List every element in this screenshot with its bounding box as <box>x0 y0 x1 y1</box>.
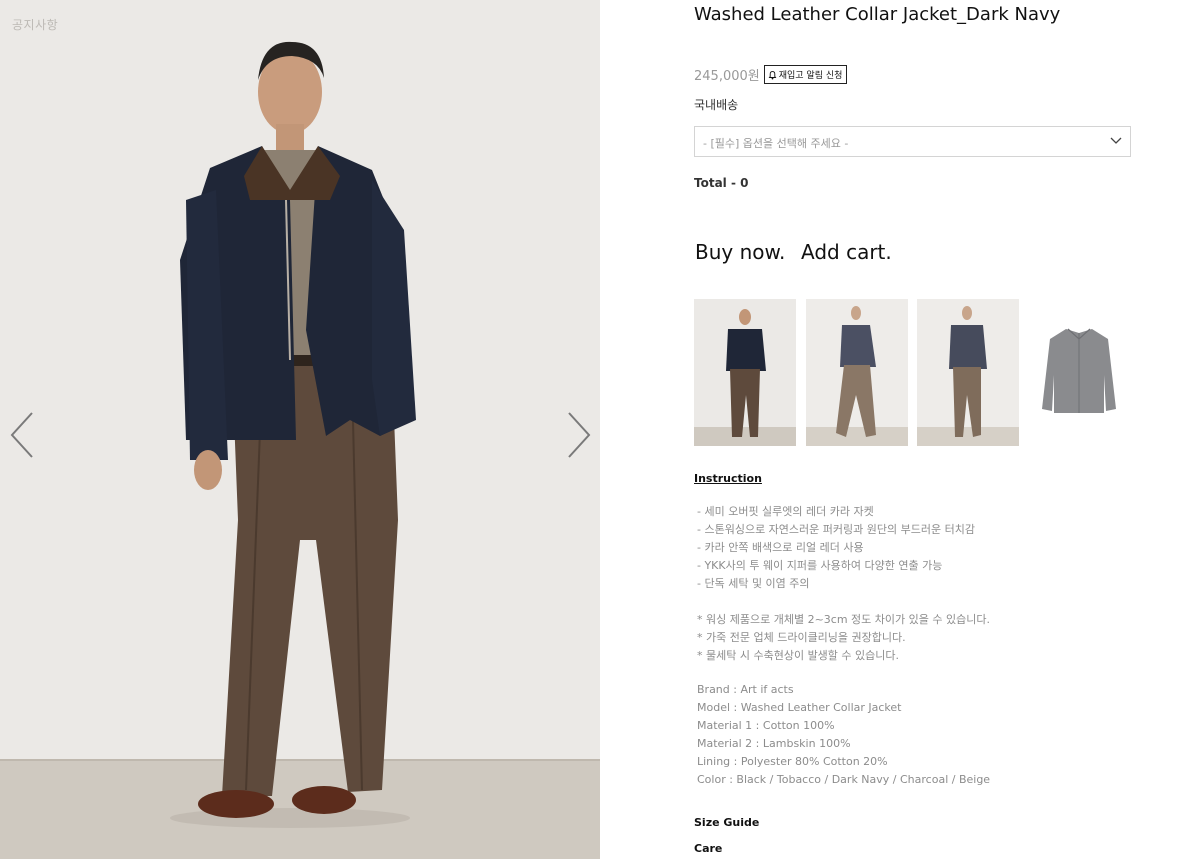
spec-line: Material 2 : Lambskin 100% <box>697 737 851 750</box>
feature-line: - 세미 오버핏 실루엣의 레더 카라 자켓 <box>697 505 874 518</box>
chevron-right-icon[interactable] <box>563 410 593 460</box>
chevron-down-icon <box>1110 137 1122 144</box>
product-main-image: 공지사항 <box>0 0 600 859</box>
instruction-heading[interactable]: Instruction <box>694 472 762 485</box>
option-select-placeholder: - [필수] 옵션을 선택해 주세요 - <box>703 137 849 150</box>
care-link[interactable]: Care <box>694 842 722 855</box>
add-cart-button[interactable]: Add cart. <box>801 240 892 264</box>
spec-line: Model : Washed Leather Collar Jacket <box>697 701 902 714</box>
size-guide-link[interactable]: Size Guide <box>694 816 759 829</box>
restock-alert-label: 재입고 알림 신청 <box>778 71 843 81</box>
note-line: * 가죽 전문 업체 드라이클리닝을 권장합니다. <box>697 631 906 644</box>
thumbnail-jacket-flat[interactable] <box>1028 299 1130 446</box>
price-row: 245,000원 재입고 알림 신청 <box>694 65 848 84</box>
note-line: * 물세탁 시 수축현상이 발생할 수 있습니다. <box>697 649 900 662</box>
notice-label[interactable]: 공지사항 <box>12 16 58 33</box>
bell-icon <box>768 70 777 79</box>
feature-line: - 스톤워싱으로 자연스러운 퍼커링과 원단의 부드러운 터치감 <box>697 523 975 536</box>
model-photo <box>0 0 600 859</box>
product-title: Washed Leather Collar Jacket_Dark Navy <box>694 4 1061 25</box>
chevron-left-icon[interactable] <box>8 410 38 460</box>
feature-line: - YKK사의 투 웨이 지퍼를 사용하여 다양한 연출 가능 <box>697 559 943 572</box>
spec-line: Color : Black / Tobacco / Dark Navy / Ch… <box>697 773 991 786</box>
thumbnail-front-view[interactable] <box>694 299 796 446</box>
thumbnail-three-quarter-view[interactable] <box>917 299 1019 446</box>
note-line: * 워싱 제품으로 개체별 2~3cm 정도 차이가 있을 수 있습니다. <box>697 613 990 626</box>
feature-line: - 단독 세탁 및 이염 주의 <box>697 577 810 590</box>
thumbnail-side-view[interactable] <box>806 299 908 446</box>
buy-now-button[interactable]: Buy now. <box>695 240 785 264</box>
shipping-info: 국내배송 <box>694 98 739 112</box>
restock-alert-button[interactable]: 재입고 알림 신청 <box>763 65 848 84</box>
product-price: 245,000원 <box>694 69 760 84</box>
option-select[interactable]: - [필수] 옵션을 선택해 주세요 - <box>694 126 1131 157</box>
total-label: Total - 0 <box>694 176 749 190</box>
spec-line: Brand : Art if acts <box>697 683 794 696</box>
spec-line: Material 1 : Cotton 100% <box>697 719 835 732</box>
spec-line: Lining : Polyester 80% Cotton 20% <box>697 755 888 768</box>
feature-line: - 카라 안쪽 배색으로 리얼 레더 사용 <box>697 541 864 554</box>
